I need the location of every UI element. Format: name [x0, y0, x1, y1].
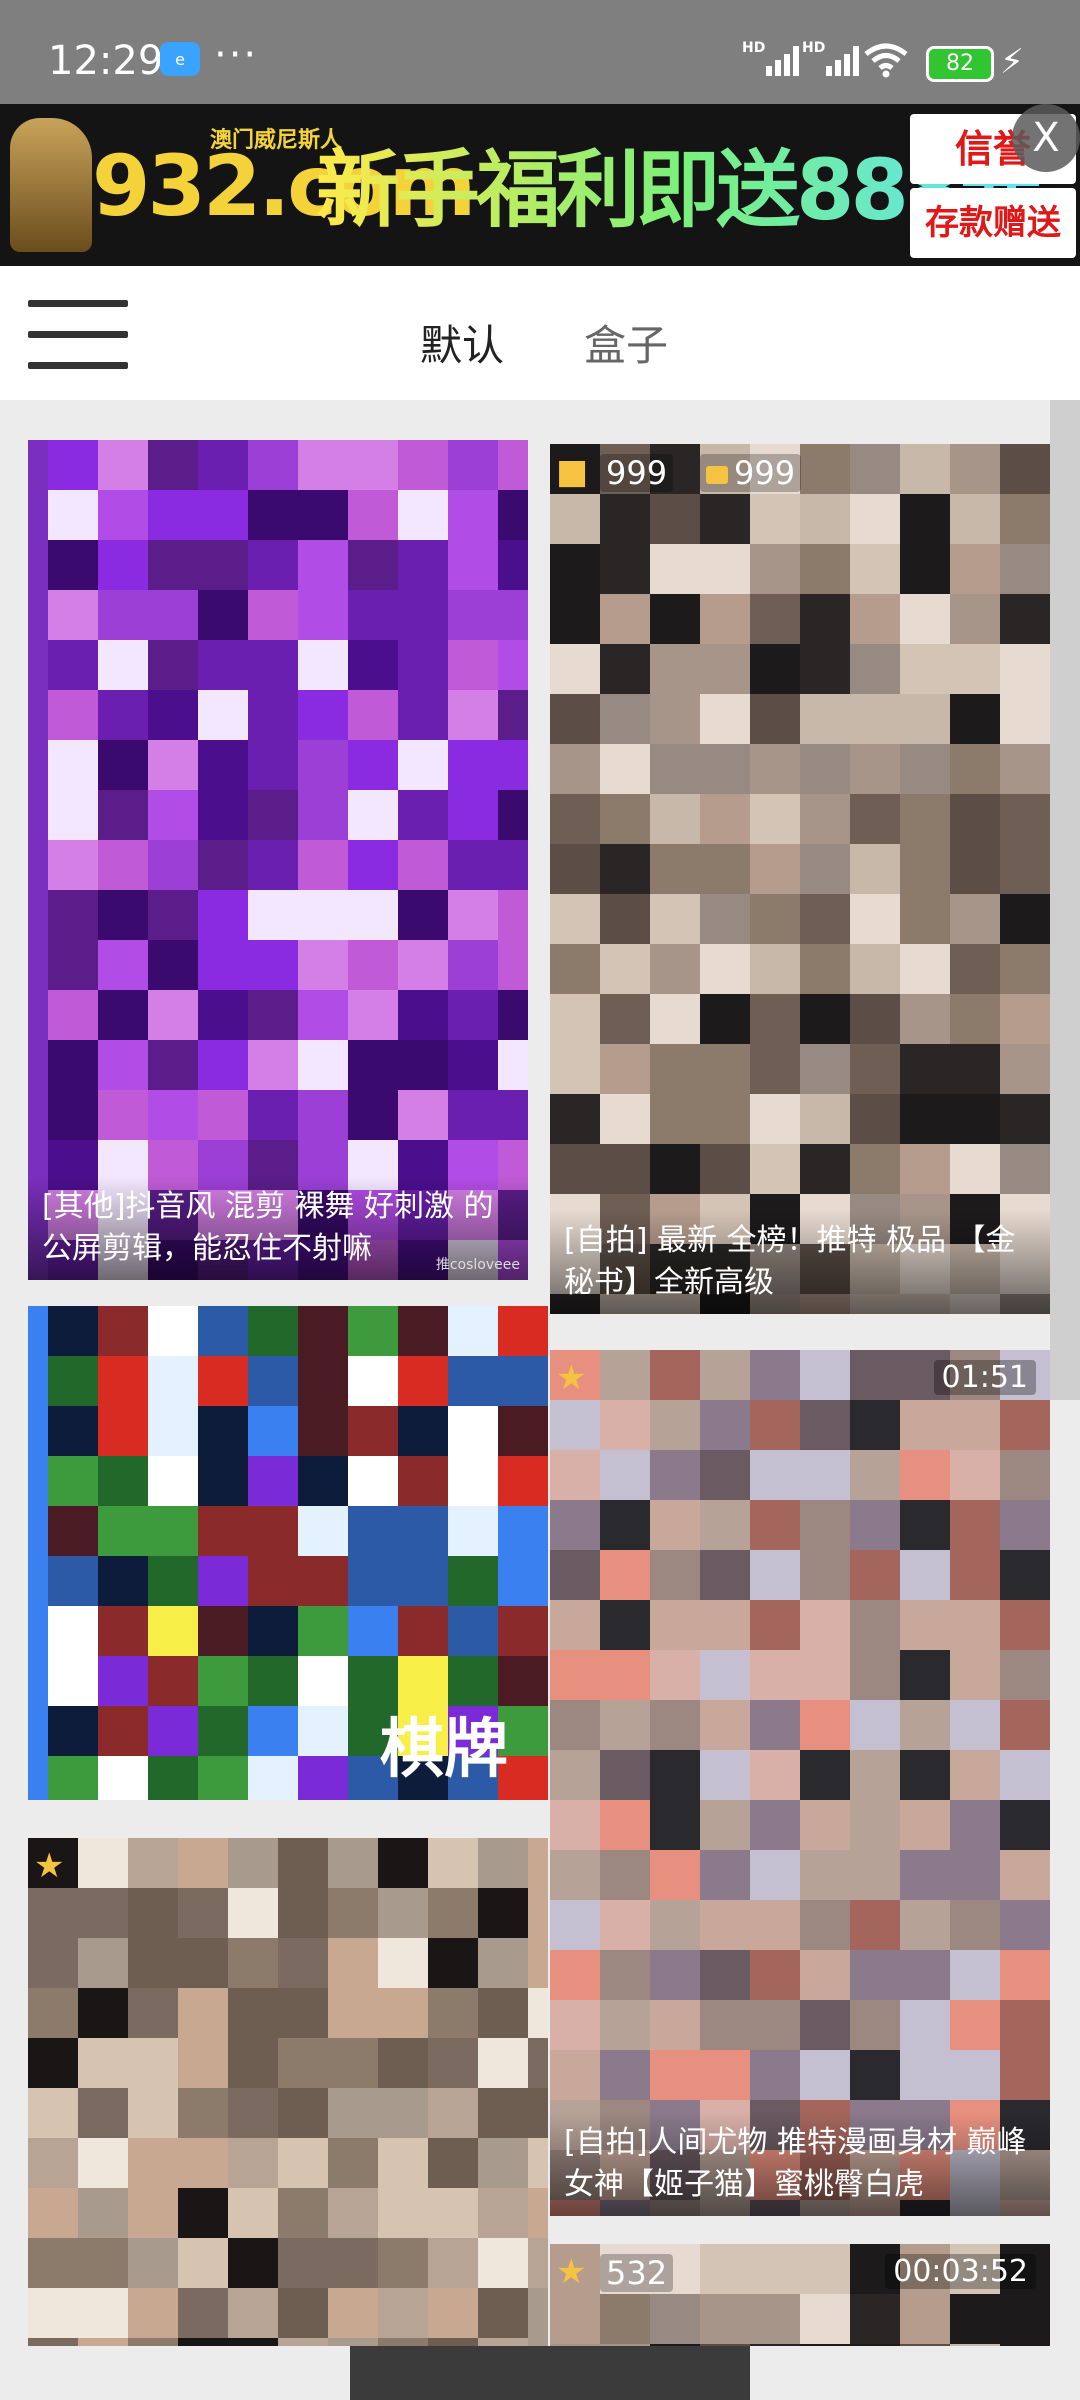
more-notifications-icon: ··· — [214, 32, 259, 78]
thumbnail-mosaic — [550, 1350, 1050, 2216]
menu-icon[interactable] — [28, 300, 128, 370]
video-duration: 01:51 — [933, 1360, 1036, 1395]
view-counter: 999 — [600, 454, 674, 492]
star-badge-icon: ★ — [34, 1846, 65, 1886]
game-ad-card[interactable]: 棋牌 — [28, 1306, 548, 1800]
video-card-2[interactable]: ■ 999 999 [自拍] 最新 全榜！推特 极品 【金秘书】全新高级 — [550, 444, 1050, 1314]
status-bar: 12:29 e ··· HD HD 82 ⚡ — [0, 0, 1080, 104]
battery-indicator: 82 — [926, 46, 994, 82]
thumbnail-mosaic — [48, 440, 528, 1280]
watermark: 推cosloveee — [435, 1257, 520, 1273]
bottom-navigation-bar — [350, 2346, 750, 2400]
like-count: 999 — [734, 454, 796, 492]
video-card-4[interactable]: ★ — [28, 1838, 548, 2346]
video-duration: 00:03:52 — [885, 2254, 1036, 2289]
status-time: 12:29 — [48, 38, 164, 84]
like-counter: 999 — [700, 454, 802, 492]
signal-icon-1 — [766, 46, 799, 76]
hd-label-1: HD — [742, 40, 766, 56]
thumbnail-mosaic — [28, 1838, 548, 2346]
game-ad-text: 棋牌 — [380, 1713, 508, 1787]
card-caption: [自拍]人间尤物 推特漫画身材 巅峰女神【姬子猫】蜜桃臀白虎 — [550, 2112, 1050, 2216]
card-caption: [自拍] 最新 全榜！推特 极品 【金秘书】全新高级 — [550, 1210, 1050, 1314]
signal-icon-2 — [826, 46, 859, 76]
star-badge-icon: ★ — [556, 1358, 587, 1398]
ad-close-button[interactable]: X — [1012, 104, 1080, 172]
video-card-5[interactable]: ★ 532 00:03:52 — [550, 2244, 1050, 2346]
lock-icon — [706, 466, 728, 484]
video-card-1[interactable]: [其他]抖音风 混剪 裸舞 好刺激 的公屏剪辑，能忍住不射嘛 推coslovee… — [28, 440, 528, 1280]
scrollbar[interactable] — [1050, 400, 1080, 1400]
wifi-icon — [864, 43, 908, 78]
star-badge-icon: ■ — [556, 452, 589, 492]
hd-label-2: HD — [802, 40, 826, 56]
tab-box[interactable]: 盒子 — [584, 312, 668, 373]
app-notification-icon: e — [160, 42, 200, 76]
top-nav — [0, 266, 1080, 412]
star-badge-icon: ★ — [556, 2252, 587, 2292]
ad-badge-bottom: 存款赠送6% — [910, 188, 1076, 258]
video-card-3[interactable]: ★ 01:51 [自拍]人间尤物 推特漫画身材 巅峰女神【姬子猫】蜜桃臀白虎 — [550, 1350, 1050, 2216]
ad-lion-logo — [10, 118, 92, 252]
ad-banner[interactable]: 澳门威尼斯人 932.com 新手福利即送888元 信誉NO1 存款赠送6% — [0, 104, 1080, 266]
view-counter: 532 — [600, 2254, 674, 2292]
thumbnail-mosaic — [550, 444, 1050, 1314]
charging-icon: ⚡ — [1000, 42, 1024, 82]
tab-default[interactable]: 默认 — [420, 312, 504, 373]
